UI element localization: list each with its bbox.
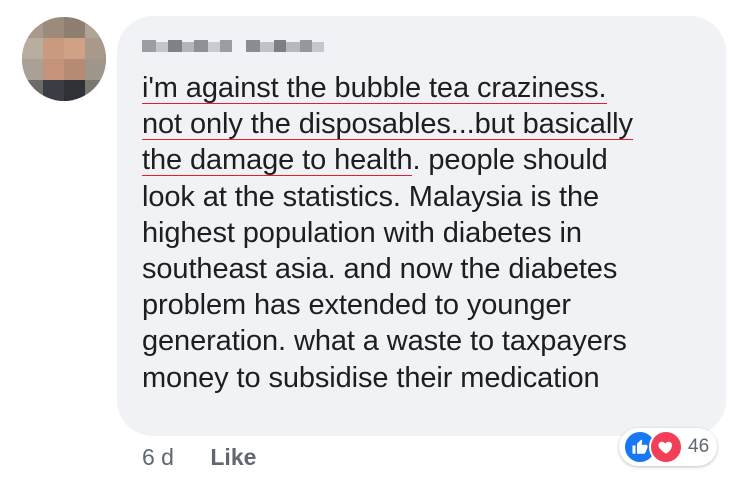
timestamp[interactable]: 6 d bbox=[142, 444, 174, 471]
comment-line-1: i'm against the bubble tea craziness. bbox=[142, 70, 712, 106]
comment-line-9: money to subsidise their medication bbox=[142, 361, 600, 394]
love-heart-icon bbox=[649, 430, 683, 464]
comment-line-2: not only the disposables...but basically bbox=[142, 106, 712, 142]
reaction-count: 46 bbox=[688, 436, 710, 457]
underlined-phrase: not only the disposables...but basically bbox=[142, 108, 633, 141]
pixelated-avatar-image bbox=[22, 17, 106, 101]
comment-line-3-rest: . people should bbox=[412, 144, 608, 177]
underlined-phrase: the damage to health bbox=[142, 144, 413, 177]
avatar[interactable] bbox=[22, 17, 106, 101]
reaction-summary[interactable]: 46 bbox=[619, 428, 718, 466]
comment-line-6: southeast asia. and now the diabetes bbox=[142, 253, 618, 286]
comment-text: i'm against the bubble tea craziness. no… bbox=[142, 70, 712, 396]
underlined-phrase: i'm against the bubble tea craziness. bbox=[142, 72, 607, 104]
comment-footer: 6 d Like bbox=[142, 444, 256, 471]
comment-line-5: highest population with diabetes in bbox=[142, 216, 582, 249]
blurred-author-name[interactable] bbox=[142, 38, 332, 54]
comment-line-3: the damage to health. people should bbox=[142, 142, 712, 178]
comment-line-7: problem has extended to younger bbox=[142, 289, 571, 322]
like-button[interactable]: Like bbox=[210, 444, 256, 471]
comment-line-8: generation. what a waste to taxpayers bbox=[142, 325, 627, 358]
comment-line-4: look at the statistics. Malaysia is the bbox=[142, 180, 600, 213]
